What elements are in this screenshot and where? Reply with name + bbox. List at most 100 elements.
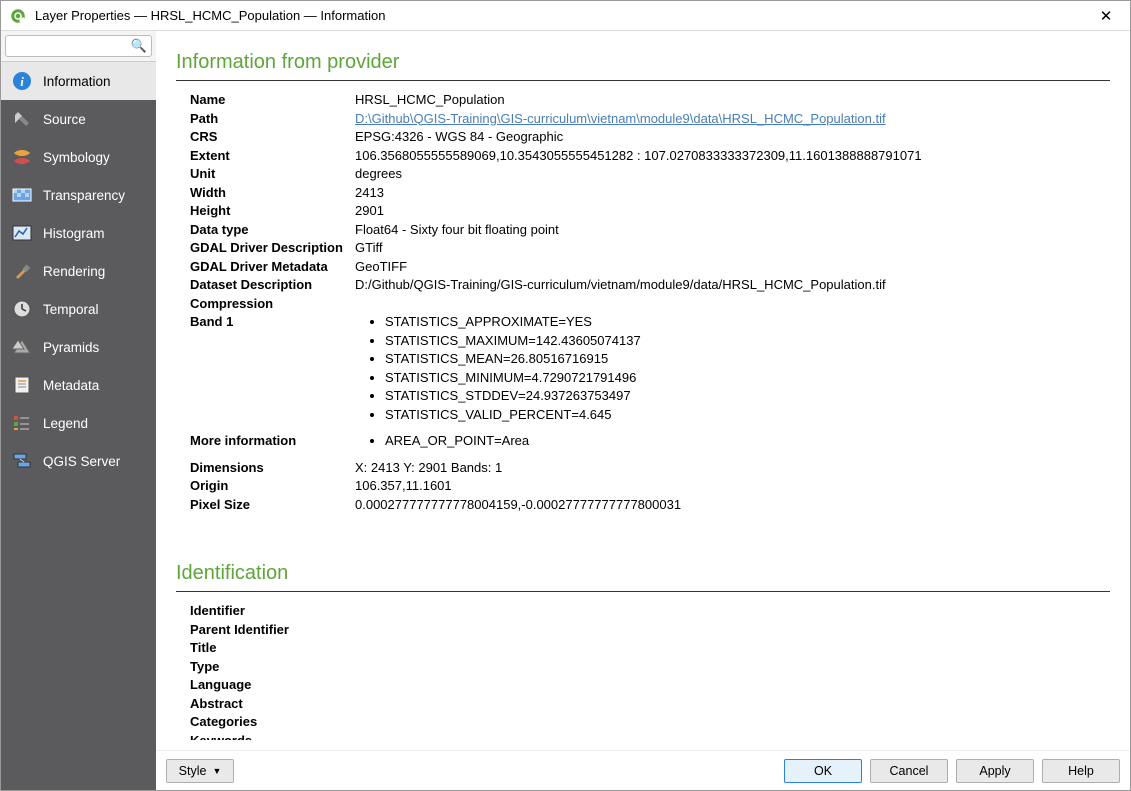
- nav-label: Transparency: [43, 188, 125, 203]
- prop-key: CRS: [190, 128, 355, 147]
- temporal-icon: [11, 298, 33, 320]
- prop-key: GDAL Driver Description: [190, 239, 355, 258]
- cancel-button[interactable]: Cancel: [870, 759, 948, 783]
- info-icon: i: [11, 70, 33, 92]
- transparency-icon: [11, 184, 33, 206]
- apply-button[interactable]: Apply: [956, 759, 1034, 783]
- path-link[interactable]: D:\Github\QGIS-Training\GIS-curriculum\v…: [355, 111, 886, 126]
- bottom-bar: Style▼ OK Cancel Apply Help: [156, 750, 1130, 790]
- identification-properties: Identifier Parent Identifier Title Type …: [190, 602, 1110, 740]
- content-panel[interactable]: Information from provider NameHRSL_HCMC_…: [156, 31, 1130, 740]
- prop-value: [355, 676, 1110, 695]
- ok-button[interactable]: OK: [784, 759, 862, 783]
- prop-value: D:/Github/QGIS-Training/GIS-curriculum/v…: [355, 276, 1110, 295]
- search-bar: 🔍: [1, 31, 156, 62]
- sidebar: 🔍 i Information Source Symbology Transpa…: [1, 31, 156, 790]
- prop-value: 106.3568055555589069,10.3543055555451282…: [355, 147, 1110, 166]
- prop-value: degrees: [355, 165, 1110, 184]
- source-icon: [11, 108, 33, 130]
- provider-properties: NameHRSL_HCMC_Population PathD:\Github\Q…: [190, 91, 1110, 514]
- prop-value: 2901: [355, 202, 1110, 221]
- nav-item-legend[interactable]: Legend: [1, 404, 156, 442]
- prop-value: EPSG:4326 - WGS 84 - Geographic: [355, 128, 1110, 147]
- prop-key: GDAL Driver Metadata: [190, 258, 355, 277]
- nav: i Information Source Symbology Transpare…: [1, 62, 156, 790]
- prop-key: Height: [190, 202, 355, 221]
- prop-value: [355, 295, 1110, 314]
- nav-item-histogram[interactable]: Histogram: [1, 214, 156, 252]
- nav-label: Metadata: [43, 378, 99, 393]
- divider: [176, 80, 1110, 81]
- band1-item: STATISTICS_VALID_PERCENT=4.645: [385, 406, 1110, 425]
- nav-item-metadata[interactable]: Metadata: [1, 366, 156, 404]
- prop-value: 0.000277777777778004159,-0.0002777777777…: [355, 496, 1110, 515]
- prop-key: More information: [190, 432, 355, 451]
- band1-item: STATISTICS_APPROXIMATE=YES: [385, 313, 1110, 332]
- prop-key: Extent: [190, 147, 355, 166]
- pyramids-icon: [11, 336, 33, 358]
- band1-list: STATISTICS_APPROXIMATE=YESSTATISTICS_MAX…: [385, 313, 1110, 424]
- band1-item: STATISTICS_MAXIMUM=142.43605074137: [385, 332, 1110, 351]
- server-icon: [11, 450, 33, 472]
- nav-item-pyramids[interactable]: Pyramids: [1, 328, 156, 366]
- section-provider-title: Information from provider: [176, 51, 1110, 74]
- prop-key: Dataset Description: [190, 276, 355, 295]
- prop-key: Origin: [190, 477, 355, 496]
- prop-value: [355, 695, 1110, 714]
- nav-item-symbology[interactable]: Symbology: [1, 138, 156, 176]
- nav-item-information[interactable]: i Information: [1, 62, 156, 100]
- nav-item-qgis-server[interactable]: QGIS Server: [1, 442, 156, 480]
- prop-key: Width: [190, 184, 355, 203]
- prop-value: [355, 732, 1110, 741]
- nav-label: Legend: [43, 416, 88, 431]
- prop-value: X: 2413 Y: 2901 Bands: 1: [355, 459, 1110, 478]
- moreinfo-item: AREA_OR_POINT=Area: [385, 432, 1110, 451]
- chevron-down-icon: ▼: [212, 766, 221, 776]
- prop-value: 106.357,11.1601: [355, 477, 1110, 496]
- prop-key: Title: [190, 639, 355, 658]
- moreinfo-list: AREA_OR_POINT=Area: [385, 432, 1110, 451]
- prop-key: Band 1: [190, 313, 355, 424]
- style-button[interactable]: Style▼: [166, 759, 234, 783]
- prop-key: Unit: [190, 165, 355, 184]
- prop-key: Abstract: [190, 695, 355, 714]
- prop-key: Path: [190, 110, 355, 129]
- legend-icon: [11, 412, 33, 434]
- nav-item-rendering[interactable]: Rendering: [1, 252, 156, 290]
- histogram-icon: [11, 222, 33, 244]
- prop-value: GTiff: [355, 239, 1110, 258]
- window-title: Layer Properties — HRSL_HCMC_Population …: [35, 8, 1090, 23]
- divider: [176, 591, 1110, 592]
- prop-key: Language: [190, 676, 355, 695]
- prop-key: Name: [190, 91, 355, 110]
- nav-item-transparency[interactable]: Transparency: [1, 176, 156, 214]
- rendering-icon: [11, 260, 33, 282]
- prop-key: Categories: [190, 713, 355, 732]
- prop-value: [355, 602, 1110, 621]
- svg-text:i: i: [20, 74, 24, 89]
- band1-item: STATISTICS_MEAN=26.80516716915: [385, 350, 1110, 369]
- nav-item-temporal[interactable]: Temporal: [1, 290, 156, 328]
- nav-label: Information: [43, 74, 111, 89]
- prop-key: Type: [190, 658, 355, 677]
- prop-value: [355, 621, 1110, 640]
- prop-key: Pixel Size: [190, 496, 355, 515]
- help-button[interactable]: Help: [1042, 759, 1120, 783]
- prop-value: [355, 658, 1110, 677]
- nav-label: Symbology: [43, 150, 110, 165]
- prop-value: 2413: [355, 184, 1110, 203]
- prop-value: [355, 639, 1110, 658]
- prop-key: Data type: [190, 221, 355, 240]
- qgis-icon: [9, 7, 27, 25]
- band1-item: STATISTICS_STDDEV=24.937263753497: [385, 387, 1110, 406]
- prop-key: Identifier: [190, 602, 355, 621]
- symbology-icon: [11, 146, 33, 168]
- search-input[interactable]: [5, 35, 152, 57]
- nav-label: Source: [43, 112, 86, 127]
- nav-item-source[interactable]: Source: [1, 100, 156, 138]
- prop-value: GeoTIFF: [355, 258, 1110, 277]
- title-bar: Layer Properties — HRSL_HCMC_Population …: [1, 1, 1130, 31]
- close-button[interactable]: ✕: [1090, 7, 1122, 25]
- prop-key: Dimensions: [190, 459, 355, 478]
- prop-value: Float64 - Sixty four bit floating point: [355, 221, 1110, 240]
